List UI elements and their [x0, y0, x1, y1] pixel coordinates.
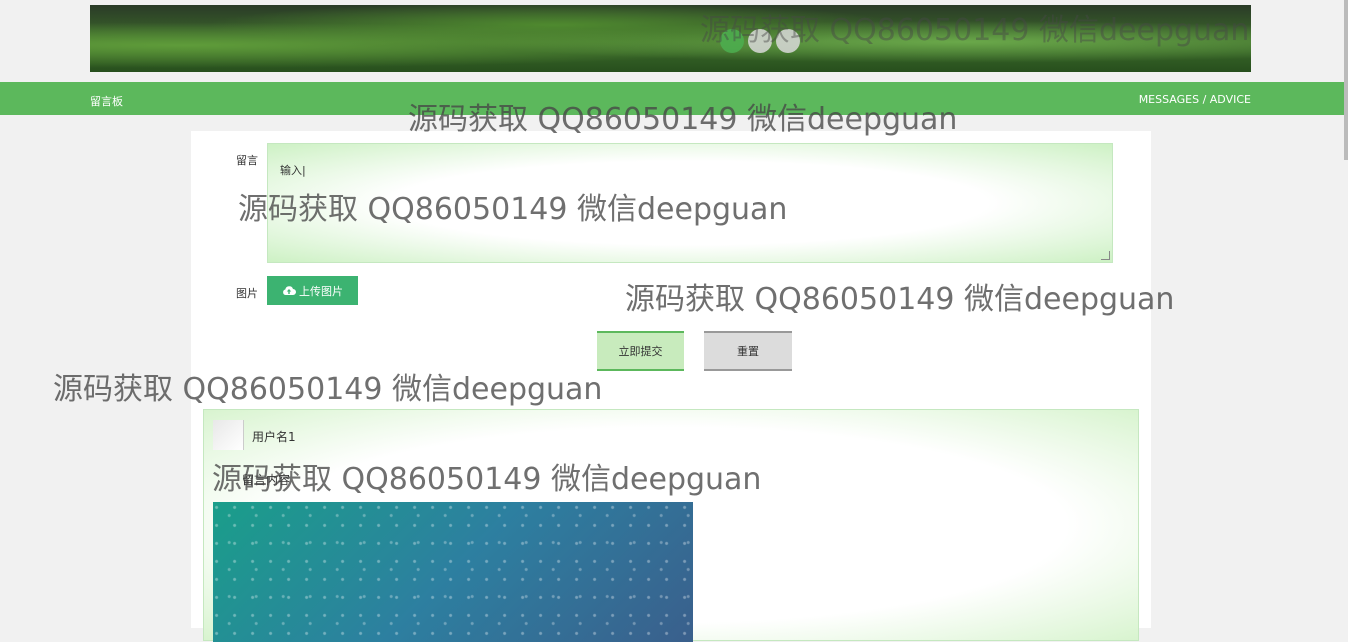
section-title: 留言板 [90, 95, 123, 108]
message-item: 用户名1 留言内容 [203, 409, 1139, 642]
watermark-text: 源码获取 QQ86050149 微信deepguan [238, 192, 788, 227]
upload-image-button[interactable]: 上传图片 [267, 276, 358, 305]
message-username: 用户名1 [252, 430, 296, 444]
submit-button[interactable]: 立即提交 [597, 331, 684, 371]
reset-button[interactable]: 重置 [704, 331, 792, 371]
watermark-text: 源码获取 QQ86050149 微信deepguan [53, 372, 603, 407]
upload-image-label: 上传图片 [299, 284, 343, 298]
user-avatar [213, 420, 244, 450]
section-subtitle: MESSAGES / ADVICE [1138, 93, 1251, 106]
watermark-text: 源码获取 QQ86050149 微信deepguan [700, 13, 1250, 48]
watermark-text: 源码获取 QQ86050149 微信deepguan [408, 102, 958, 137]
image-label: 图片 [236, 287, 258, 300]
resize-handle-icon[interactable] [1101, 251, 1110, 260]
message-image [213, 502, 693, 642]
message-textarea-value: 输入| [280, 164, 306, 177]
message-label: 留言 [236, 154, 258, 167]
watermark-text: 源码获取 QQ86050149 微信deepguan [212, 462, 762, 497]
watermark-text: 源码获取 QQ86050149 微信deepguan [625, 282, 1175, 317]
page-scrollbar[interactable] [1344, 0, 1348, 160]
cloud-upload-icon [283, 286, 296, 295]
